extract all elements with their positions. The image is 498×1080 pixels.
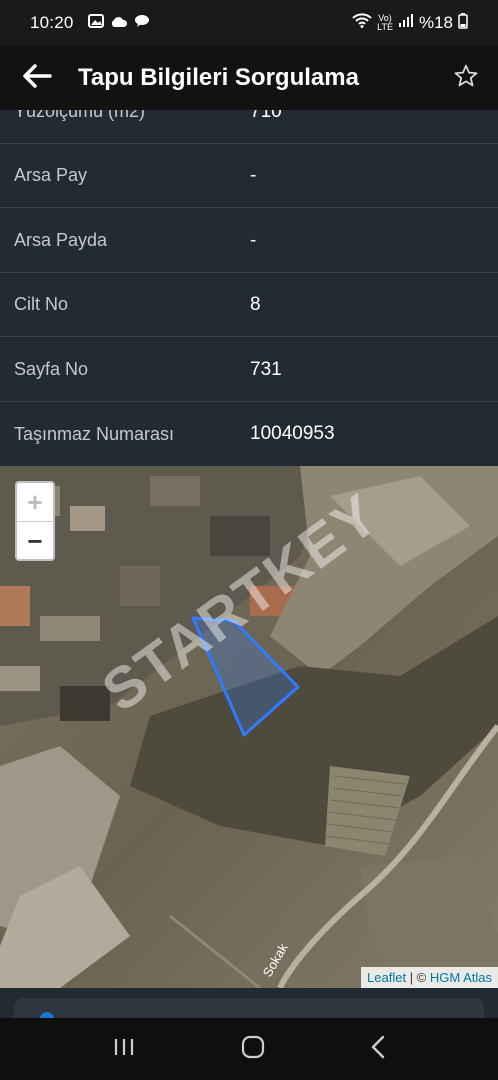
info-row-arsa-payda: Arsa Payda - [0, 209, 498, 273]
info-value: 10040953 [250, 423, 335, 444]
info-label: Arsa Pay [14, 165, 88, 185]
zoom-control: + − [15, 481, 55, 561]
status-time: 10:20 [30, 13, 74, 32]
map-attribution: Leaflet | © HGM Atlas [361, 967, 498, 988]
gallery-icon [87, 13, 104, 33]
network-lte: LTE [377, 22, 393, 32]
info-value: - [250, 164, 257, 186]
status-bar: 10:20 Vo) LTE %18 [0, 0, 498, 46]
info-value: 710 [250, 110, 282, 122]
hgm-atlas-link[interactable]: HGM Atlas [430, 970, 492, 985]
system-back-button[interactable] [370, 1035, 386, 1064]
system-nav-bar [0, 1018, 498, 1080]
satellite-map[interactable]: Sokak STARTKEY + − Leaflet | © HGM Atlas [0, 466, 498, 988]
battery-percent: %18 [418, 13, 453, 32]
info-row-cilt-no: Cilt No 8 [0, 273, 498, 337]
info-value: 731 [250, 358, 282, 380]
info-label: Yüzölçümü (m2) [14, 110, 146, 121]
home-button[interactable] [241, 1035, 265, 1064]
info-value: 8 [250, 293, 261, 315]
back-button[interactable] [0, 46, 74, 110]
wifi-icon [352, 13, 372, 33]
content-area[interactable]: Yüzölçümü (m2) 710 Arsa Pay - Arsa Payda… [0, 110, 498, 1018]
info-row-yuzolcumu: Yüzölçümü (m2) 710 [0, 110, 498, 144]
network-type: Vo) LTE [377, 14, 393, 32]
info-label: Cilt No [14, 294, 69, 314]
recent-apps-button[interactable] [112, 1036, 136, 1063]
star-icon [453, 63, 479, 94]
chevron-left-icon [371, 1035, 384, 1058]
info-label: Arsa Payda [14, 230, 108, 250]
favorite-button[interactable] [434, 46, 498, 110]
arrow-left-icon [22, 63, 52, 94]
zoom-out-button[interactable]: − [17, 522, 53, 559]
page-title: Tapu Bilgileri Sorgulama [78, 64, 359, 91]
info-label: Sayfa No [14, 359, 89, 379]
signal-icon [398, 13, 414, 33]
info-row-sayfa-no: Sayfa No 731 [0, 338, 498, 402]
chat-icon [134, 13, 150, 33]
info-label: Taşınmaz Numarası [14, 423, 175, 444]
cloud-icon [110, 13, 128, 33]
info-value: - [250, 229, 257, 251]
recent-apps-icon [115, 1038, 134, 1055]
info-row-arsa-pay: Arsa Pay - [0, 144, 498, 208]
attribution-separator: | © [406, 970, 430, 985]
zoom-in-button[interactable]: + [17, 483, 53, 522]
battery-icon [458, 12, 468, 34]
app-bar: Tapu Bilgileri Sorgulama [0, 46, 498, 110]
bottom-card[interactable] [14, 998, 484, 1018]
satellite-imagery: Sokak [0, 466, 498, 988]
info-row-tasinmaz-no: Taşınmaz Numarası 10040953 [0, 402, 498, 466]
leaflet-link[interactable]: Leaflet [367, 970, 406, 985]
home-icon [241, 1035, 265, 1058]
